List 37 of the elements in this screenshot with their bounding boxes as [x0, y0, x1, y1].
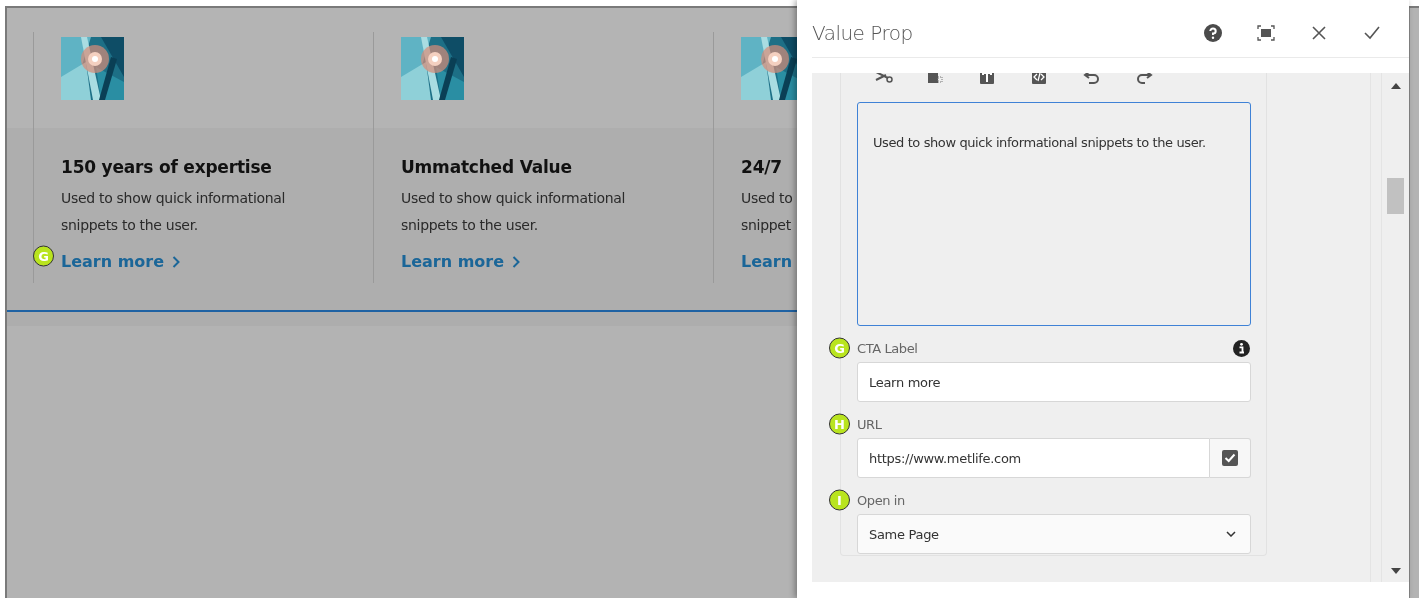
dialog-title: Value Prop — [812, 20, 914, 45]
field-label: URL — [857, 416, 883, 432]
help-icon — [1204, 23, 1222, 42]
undo-icon[interactable] — [1083, 73, 1101, 85]
annotation-marker: H — [829, 413, 850, 435]
scrollbar-thumb[interactable] — [1387, 178, 1404, 214]
rich-text-editor[interactable]: Used to show quick informational snippets to the user. — [857, 102, 1251, 326]
open-in-dropdown[interactable]: Same Page — [857, 514, 1251, 554]
checkmark-icon — [1364, 25, 1380, 40]
scroll-up-icon[interactable] — [1390, 83, 1401, 89]
fullscreen-icon — [1257, 24, 1275, 41]
annotation-marker: G — [33, 245, 54, 267]
chevron-down-icon — [1226, 531, 1236, 537]
annotation-marker: G — [829, 337, 850, 359]
close-icon — [1312, 25, 1326, 40]
scissors-icon[interactable] — [875, 73, 893, 85]
card-description: Used to show quick informational snippets to the user. — [61, 189, 287, 235]
card-title: 24/7 — [741, 156, 783, 179]
card-title: Ummatched Value — [401, 156, 573, 179]
checkbox-icon — [1222, 450, 1238, 466]
source-code-icon[interactable] — [1031, 73, 1047, 85]
card-title: 150 years of expertise — [61, 156, 273, 179]
paste-icon[interactable] — [927, 73, 943, 85]
link-check-button[interactable] — [1210, 438, 1251, 478]
url-field[interactable]: https://www.metlife.com — [857, 438, 1210, 478]
text-field[interactable]: Learn more — [857, 362, 1251, 402]
text-format-icon[interactable] — [979, 73, 995, 85]
redo-icon[interactable] — [1135, 73, 1153, 85]
field-label: Open in — [857, 492, 906, 508]
chevron-right-icon — [512, 256, 521, 268]
field-label: CTA Label — [857, 340, 919, 356]
card-description: Used to show quick informational snippets to the user. — [401, 189, 627, 235]
info-icon[interactable] — [1233, 339, 1250, 357]
card-description: Used to snippet — [741, 189, 794, 235]
chevron-right-icon — [172, 256, 181, 268]
scroll-down-icon[interactable] — [1390, 568, 1401, 574]
annotation-marker: I — [829, 489, 850, 511]
